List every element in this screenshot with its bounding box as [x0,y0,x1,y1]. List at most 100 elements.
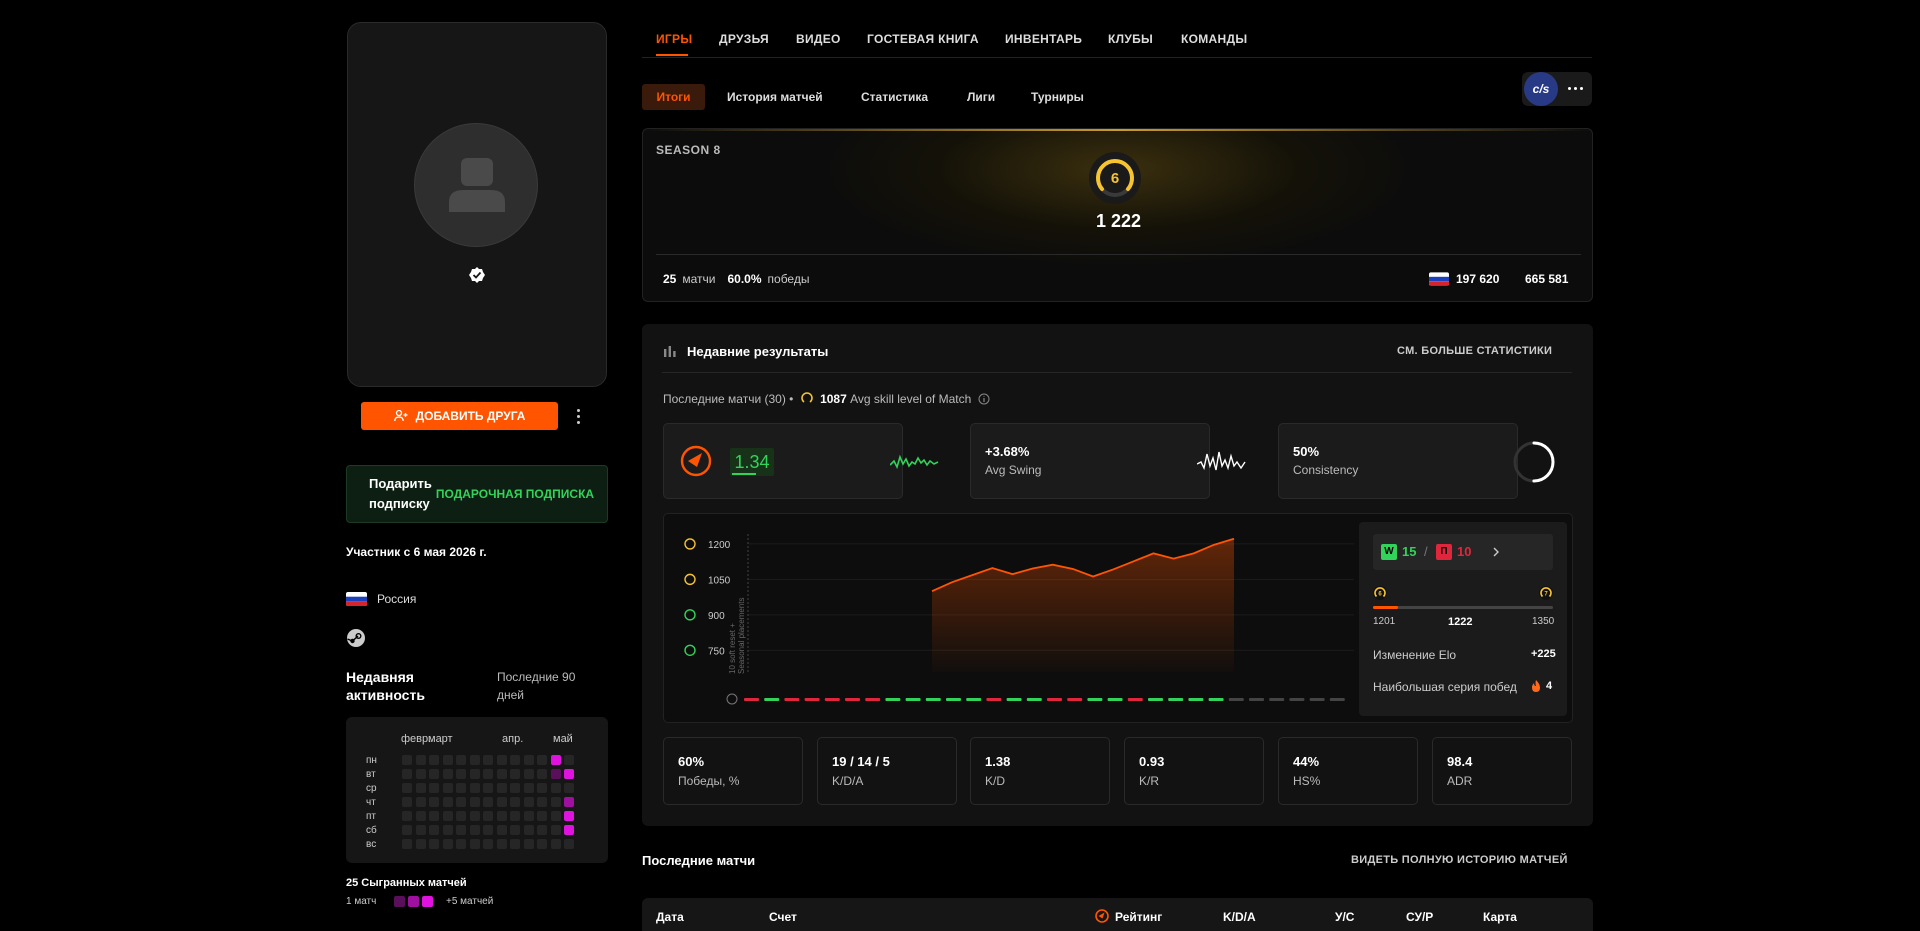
heatmap-cell [537,783,547,793]
y-tick-label: 750 [708,646,725,657]
match-result-mark [804,698,820,701]
heatmap-cell [483,825,493,835]
legend-max-label: +5 матчей [446,896,494,907]
win-loss-summary[interactable]: W 15 / П 10 [1373,534,1553,570]
match-result-mark [1006,698,1022,701]
more-options-icon[interactable] [571,405,585,427]
match-result-mark [966,698,982,701]
elo-change-value: +225 [1531,648,1556,660]
level-tick-icon [684,538,696,550]
cs-game-logo[interactable]: c/s [1524,72,1558,106]
see-more-stats-link[interactable]: СМ. БОЛЬШЕ СТАТИСТИКИ [1397,345,1552,357]
heatmap-cell [442,783,453,793]
rating-icon [1095,909,1109,923]
heatmap-cell [469,825,480,835]
add-user-icon [393,410,408,422]
heatmap-cell [415,825,426,835]
full-history-link[interactable]: ВИДЕТЬ ПОЛНУЮ ИСТОРИЮ МАТЧЕЙ [1351,854,1568,866]
gift-subscription-box[interactable]: Подарить подписку ПОДАРОЧНАЯ ПОДПИСКА [346,465,608,523]
tab-inventory[interactable]: ИНВЕНТАРЬ [1005,32,1082,46]
member-since: Участник с 6 мая 2026 г. [346,545,487,559]
stat-hs: 44% HS% [1278,737,1418,805]
season-card: SEASON 8 6 1 222 25 матчи 60.0% победы 197 … [642,128,1593,302]
heatmap-cell [469,755,480,765]
tab-games[interactable]: ИГРЫ [656,32,692,46]
match-result-mark [1148,698,1163,701]
month-label: май [553,733,573,745]
skill-level-badge: 6 [1089,152,1141,204]
match-result-mark [946,698,961,701]
heatmap-cell [469,839,480,849]
subtab-tournaments[interactable]: Турниры [1031,84,1084,110]
heatmap-cell [523,769,534,779]
column-damage-round[interactable]: СУ/Р [1406,910,1433,924]
user-placeholder-icon [449,158,505,212]
level-tick-icon [684,609,696,621]
heatmap-cell [496,769,507,779]
gift-subscription-link[interactable]: ПОДАРОЧНАЯ ПОДПИСКА [436,487,594,501]
heatmap-cell [456,825,466,835]
day-label: вт [366,769,376,780]
heatmap-cell [550,769,561,779]
heatmap-cell [483,769,493,779]
matches-table-header: Дата Счет Рейтинг K/D/A У/С СУ/Р Карта [642,898,1593,931]
tab-clubs[interactable]: КЛУБЫ [1108,32,1153,46]
tab-teams[interactable]: КОМАНДЫ [1181,32,1247,46]
stat-label: ADR [1447,774,1473,788]
tab-videos[interactable]: ВИДЕО [796,32,841,46]
avg-swing-card: +3.68% Avg Swing [970,423,1246,499]
season-accent-line [643,129,1592,131]
rating-card: 1.34 [663,423,939,499]
heatmap-cell [442,797,453,807]
placement-label: Seasonal placements [737,598,746,675]
tab-guestbook[interactable]: ГОСТЕВАЯ КНИГА [867,32,979,46]
stat-label: K/D/A [832,774,864,788]
avg-swing-label: Avg Swing [985,463,1042,477]
heatmap-cell [442,811,453,821]
heatmap-cell [456,769,466,779]
heatmap-cell [402,783,412,793]
wins-count: 15 [1402,544,1417,559]
heatmap-cell [429,769,439,779]
elo-change-label: Изменение Elo [1373,648,1457,662]
steam-icon[interactable] [346,628,366,648]
column-rating[interactable]: Рейтинг [1115,910,1162,924]
legend-min-label: 1 матч [346,896,377,907]
rating-sparkline [890,454,939,470]
tab-friends[interactable]: ДРУЗЬЯ [719,32,769,46]
column-map[interactable]: Карта [1483,910,1517,924]
subtab-leagues[interactable]: Лиги [967,84,995,110]
heatmap-cell [550,797,561,807]
elo-chart-area: 1200 1050 900 750 Seasonal placements 10 soft… [663,513,1573,723]
add-friend-button[interactable]: ДОБАВИТЬ ДРУГА [361,402,558,430]
avg-swing-value: +3.68% [985,444,1030,459]
heatmap-cell [415,769,426,779]
heatmap-cell [429,839,439,849]
season-label: SEASON 8 [656,143,721,157]
elo-range-current: 1222 [1448,616,1473,628]
column-kda[interactable]: K/D/A [1223,910,1256,924]
stat-label: Победы, % [678,774,740,788]
column-score[interactable]: Счет [769,910,797,924]
subtab-summary[interactable]: Итоги [642,84,705,110]
season-matches-value: 25 [663,272,677,286]
heatmap-cell [523,783,534,793]
column-damage[interactable]: У/С [1335,910,1354,924]
match-result-mark [925,698,941,701]
subtab-match-history[interactable]: История матчей [727,84,823,110]
info-icon[interactable] [978,393,990,405]
activity-heatmap: февр. март апр. май пн вт ср чт пт сб вс [346,717,608,863]
column-date[interactable]: Дата [656,910,684,924]
subtab-statistics[interactable]: Статистика [861,84,928,110]
heatmap-cell [415,811,426,821]
match-result-mark [764,698,780,701]
y-tick-label: 1050 [708,575,731,586]
info-icon [726,693,738,705]
day-label: чт [366,797,376,808]
heatmap-cell [456,783,466,793]
stat-winrate: 60% Победы, % [663,737,803,805]
match-result-mark [784,698,800,701]
heatmap-cell [402,797,412,807]
heatmap-cell [442,825,453,835]
more-horizontal-icon[interactable] [1568,87,1583,90]
